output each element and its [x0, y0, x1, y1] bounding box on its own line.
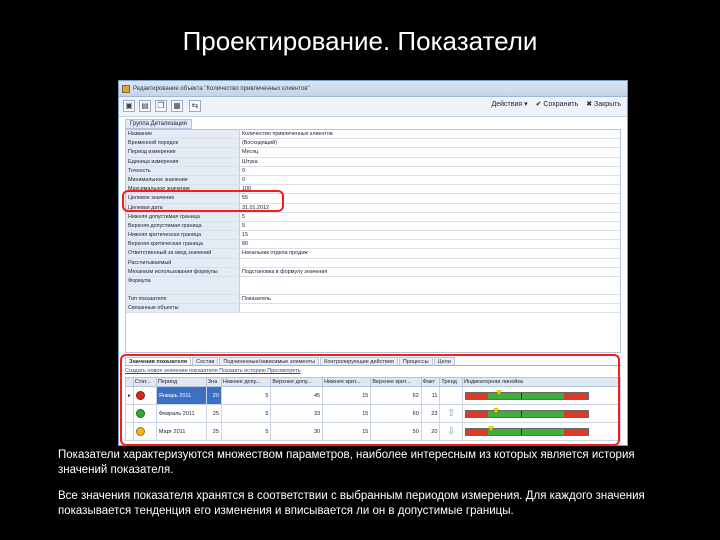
- form-label: Временной порядок: [126, 139, 240, 148]
- form-value[interactable]: 55: [240, 194, 620, 202]
- form-row: Верхняя критическая граница 80: [126, 240, 620, 250]
- form-label: Механизм использования формулы: [126, 267, 240, 276]
- form-value[interactable]: Начальник отдела продаж: [240, 249, 620, 257]
- form-value[interactable]: Подстановка в формулу значения: [240, 268, 620, 276]
- toolbar: ▣ ▤ ❐ ▦ ⇆ Действия ▾ ✔ Сохранить ✖ Закры…: [119, 97, 627, 117]
- form-value[interactable]: Количество привлеченных клиентов: [240, 130, 620, 138]
- form-row: Минимальное значение 0: [126, 175, 620, 186]
- document-icon[interactable]: ▤: [139, 100, 151, 112]
- form-value[interactable]: [240, 277, 620, 294]
- form-value[interactable]: 100: [240, 185, 620, 193]
- form-row: Формула: [126, 277, 620, 295]
- form-label: Формула: [126, 277, 240, 294]
- close-button[interactable]: ✖ Закрыть: [586, 100, 621, 108]
- form-row: Временной порядок (Восходящий): [126, 139, 620, 149]
- form-row: Единица измерения Штука: [126, 157, 620, 167]
- form-row: Рассчитываемый: [126, 258, 620, 268]
- properties-form: Название Количество привлеченных клиентов…: [125, 129, 621, 353]
- form-label: Название: [126, 130, 240, 139]
- form-label: Нижняя критическая граница: [126, 231, 240, 240]
- form-value[interactable]: 5: [240, 222, 620, 230]
- form-label: Ответственный за ввод значений: [126, 249, 240, 258]
- save-icon[interactable]: ▣: [123, 100, 135, 112]
- form-value[interactable]: (Восходящий): [240, 139, 620, 147]
- slide-title: Проектирование. Показатели: [182, 26, 538, 56]
- form-label: Верхняя допустимая граница: [126, 221, 240, 231]
- form-value[interactable]: 80: [240, 240, 620, 248]
- form-value[interactable]: [240, 259, 620, 267]
- form-value[interactable]: Месяц: [240, 148, 620, 156]
- form-value[interactable]: Показатель: [240, 295, 620, 303]
- caption-paragraph-2: Все значения показателя хранятся в соотв…: [58, 490, 645, 517]
- form-row: Механизм использования формулы Подстановк…: [126, 267, 620, 277]
- copy-icon[interactable]: ❐: [155, 100, 167, 112]
- form-value[interactable]: 0: [240, 176, 620, 184]
- close-label: Закрыть: [594, 101, 621, 108]
- form-row: Ответственный за ввод значений Начальник …: [126, 249, 620, 259]
- form-row: Точность 0: [126, 166, 620, 176]
- save-label: Сохранить: [543, 101, 579, 108]
- window-titlebar: Редактирование объекта "Количество привл…: [119, 81, 627, 97]
- form-row: Название Количество привлеченных клиентов: [126, 130, 620, 140]
- form-value[interactable]: 0: [240, 167, 620, 175]
- save-button[interactable]: ✔ Сохранить: [536, 100, 579, 108]
- form-row: Связанные объекты: [126, 304, 620, 314]
- form-row: Период измерения Месяц: [126, 148, 620, 158]
- form-label: Точность: [126, 166, 240, 175]
- actions-button[interactable]: Действия ▾: [491, 100, 527, 108]
- highlight-values-grid: [120, 354, 620, 446]
- form-label: Период измерения: [126, 148, 240, 157]
- print-icon[interactable]: ▦: [171, 100, 183, 112]
- highlight-min-max: [122, 190, 284, 212]
- form-row: Тип показателя Показатель: [126, 295, 620, 305]
- detail-group-tab[interactable]: Группа Детализация: [125, 119, 192, 129]
- form-label: Верхняя критическая граница: [126, 240, 240, 249]
- actions-label: Действия: [491, 101, 523, 108]
- form-value[interactable]: [240, 304, 620, 312]
- link-icon[interactable]: ⇆: [189, 100, 201, 112]
- form-row: Нижняя допустимая граница 5: [126, 212, 620, 222]
- form-row: Верхняя допустимая граница 5: [126, 221, 620, 232]
- form-label: Минимальное значение: [126, 175, 240, 185]
- form-label: Нижняя допустимая граница: [126, 212, 240, 221]
- form-label: Единица измерения: [126, 157, 240, 166]
- form-label: Тип показателя: [126, 295, 240, 304]
- form-value[interactable]: Штука: [240, 158, 620, 166]
- form-value[interactable]: 5: [240, 213, 620, 221]
- caption-paragraph-1: Показатели характеризуются множеством па…: [58, 449, 635, 476]
- form-label: Связанные объекты: [126, 304, 240, 313]
- app-icon: [122, 85, 130, 93]
- form-value[interactable]: 31.01.2012: [240, 204, 620, 212]
- window-title: Редактирование объекта "Количество привл…: [133, 86, 310, 92]
- form-row: Нижняя критическая граница 15: [126, 231, 620, 241]
- form-value[interactable]: 15: [240, 231, 620, 239]
- form-label: Рассчитываемый: [126, 258, 240, 267]
